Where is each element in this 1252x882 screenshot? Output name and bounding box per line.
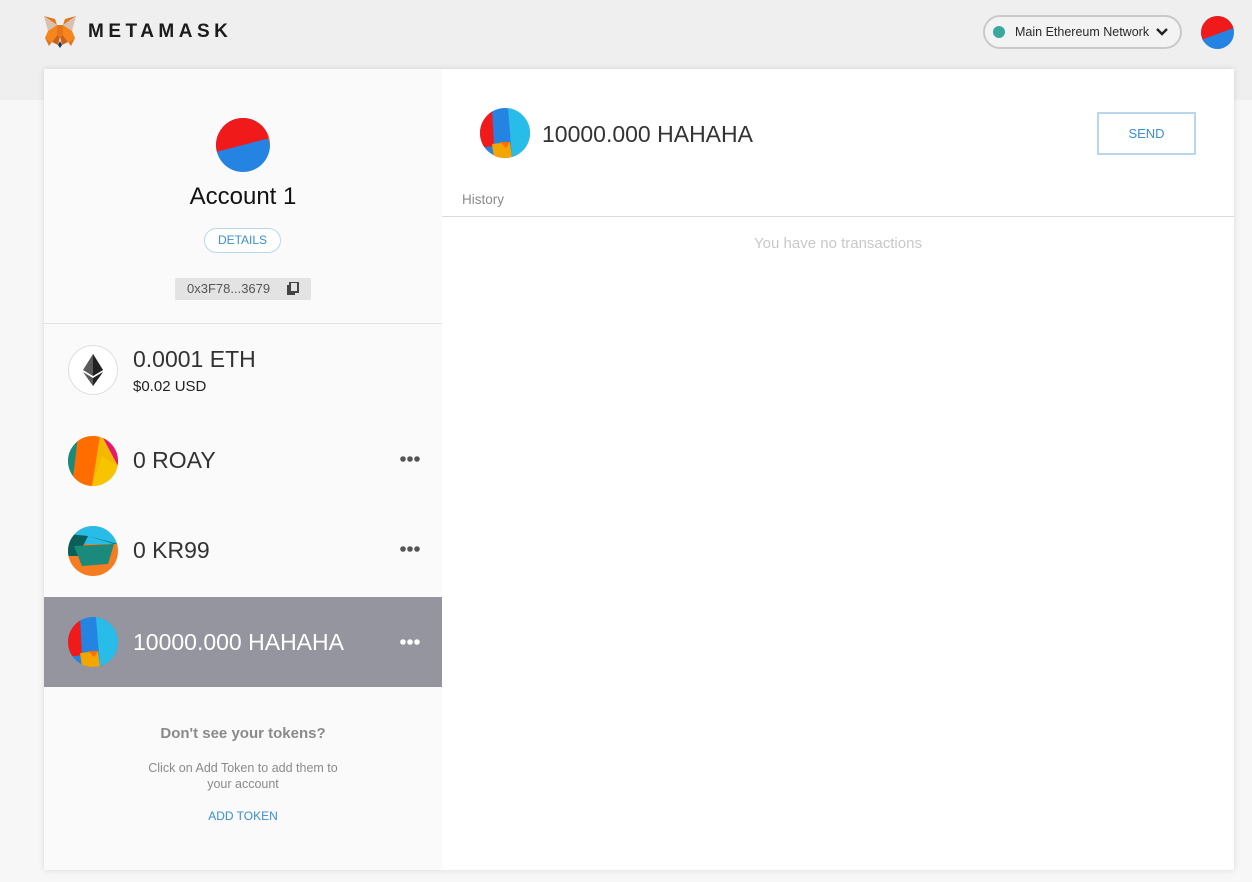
more-options-icon[interactable] [399,544,421,554]
selected-token-balance: 10000.000 HAHAHA [542,121,753,147]
more-options-icon[interactable] [399,454,421,464]
network-status-dot [993,26,1005,38]
no-transactions-message: You have no transactions [754,235,922,252]
token-amount: 0 KR99 [133,537,210,563]
token-row-hahaha[interactable]: 10000.000 HAHAHA [44,597,442,687]
more-options-icon[interactable] [399,637,421,647]
brand-wordmark: METAMASK [88,21,233,42]
history-divider [442,216,1234,217]
add-token-link[interactable]: ADD TOKEN [44,809,442,823]
app-header: METAMASK Main Ethereum Network [0,0,1252,68]
send-button[interactable]: SEND [1097,112,1196,155]
roay-identicon [68,436,118,486]
missing-tokens-description: Click on Add Token to add them to your a… [148,761,338,791]
account-address-text: 0x3F78...3679 [187,281,271,296]
chevron-down-icon [1156,28,1168,36]
wallet-card: Account 1 DETAILS 0x3F78...3679 0.0001 E… [44,69,1234,870]
token-detail-panel: 10000.000 HAHAHA SEND History You have n… [442,69,1234,870]
copy-icon [287,282,299,295]
network-label: Main Ethereum Network [1015,25,1150,39]
network-selector[interactable]: Main Ethereum Network [983,15,1182,49]
token-row-kr99[interactable]: 0 KR99 [44,504,442,594]
account-sidebar: Account 1 DETAILS 0x3F78...3679 0.0001 E… [44,69,442,870]
missing-tokens-heading: Don't see your tokens? [160,725,326,742]
account-address[interactable]: 0x3F78...3679 [175,278,311,300]
account-menu-avatar[interactable] [1201,16,1234,49]
token-amount: 0 ROAY [133,447,216,473]
token-row-eth[interactable]: 0.0001 ETH $0.02 USD [44,324,442,414]
token-amount: 10000.000 HAHAHA [133,629,344,655]
token-usd-value: $0.02 USD [133,378,207,395]
token-amount: 0.0001 ETH [133,346,256,372]
account-name: Account 1 [189,183,297,210]
account-details-button[interactable]: DETAILS [204,228,281,253]
hahaha-identicon [480,108,530,158]
metamask-fox-icon [44,16,76,48]
token-row-roay[interactable]: 0 ROAY [44,414,442,504]
ethereum-icon [68,345,118,395]
hahaha-identicon [68,617,118,667]
history-heading: History [462,192,505,207]
kr99-identicon [68,526,118,576]
account-avatar [216,118,270,172]
